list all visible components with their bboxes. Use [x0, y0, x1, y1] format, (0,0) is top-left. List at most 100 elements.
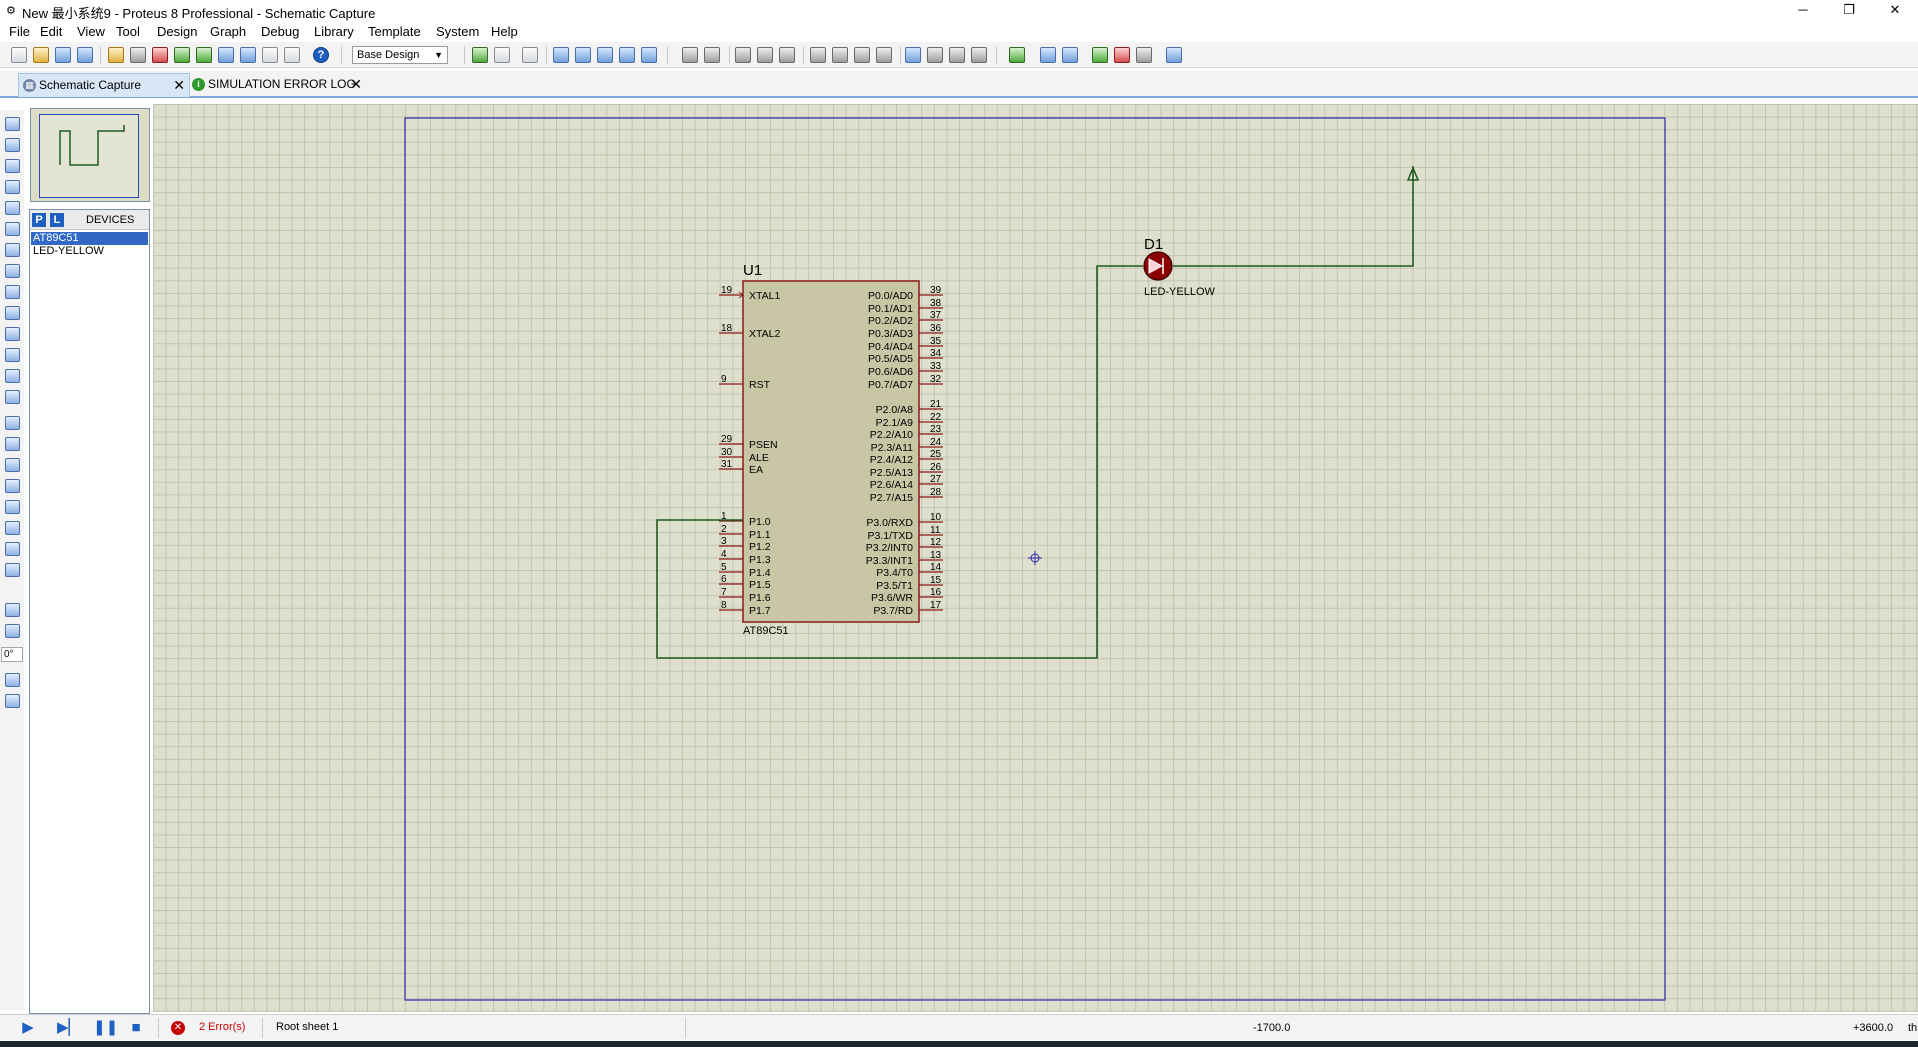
remove-sheet-icon[interactable]	[1114, 47, 1130, 63]
electrical-rule-check-icon[interactable]	[1166, 47, 1182, 63]
menu-edit[interactable]: Edit	[40, 24, 62, 39]
property-assignment-icon[interactable]	[1062, 47, 1078, 63]
stop-icon[interactable]: ■	[128, 1020, 144, 1036]
zoom-out-icon[interactable]	[597, 47, 613, 63]
circle-icon[interactable]	[5, 458, 20, 472]
menu-system[interactable]: System	[436, 24, 479, 39]
block-move-icon[interactable]	[832, 47, 848, 63]
pause-icon[interactable]: ❚❚	[93, 1020, 118, 1036]
virtual-instruments-icon[interactable]	[5, 390, 20, 404]
menu-view[interactable]: View	[77, 24, 105, 39]
new-sheet-icon[interactable]	[1092, 47, 1108, 63]
mirror-x-icon[interactable]	[5, 673, 20, 687]
zoom-area-icon[interactable]	[641, 47, 657, 63]
junction-dot-icon[interactable]	[5, 159, 20, 173]
netlist-icon[interactable]	[1136, 47, 1152, 63]
origin-icon[interactable]	[522, 47, 538, 63]
refresh-icon[interactable]	[472, 47, 488, 63]
component-u1[interactable]: U1 AT89C51 19 XTAL1 18 XTAL2 9 RST 29 PSEN 30 ALE…	[719, 262, 943, 637]
decompose-icon[interactable]	[971, 47, 987, 63]
copy-icon[interactable]	[757, 47, 773, 63]
minimize-button[interactable]: ─	[1780, 0, 1826, 21]
import-icon[interactable]	[77, 47, 93, 63]
menu-tool[interactable]: Tool	[116, 24, 140, 39]
menu-file[interactable]: File	[9, 24, 30, 39]
tab-simulation-error-log[interactable]: i SIMULATION ERROR LOG ✕	[188, 73, 366, 97]
subcircuit-icon[interactable]	[5, 243, 20, 257]
new-file-icon[interactable]	[11, 47, 27, 63]
device-pins-icon[interactable]	[5, 285, 20, 299]
block-delete-icon[interactable]	[876, 47, 892, 63]
graph-mode-icon[interactable]	[5, 306, 20, 320]
tape-recorder-icon[interactable]	[5, 327, 20, 341]
undo-icon[interactable]	[682, 47, 698, 63]
device-item-at89c51[interactable]: AT89C51	[31, 232, 148, 245]
pan-icon[interactable]	[553, 47, 569, 63]
tab-schematic-capture[interactable]: ▦ Schematic Capture ✕	[18, 73, 190, 97]
library-manager-button[interactable]: L	[50, 213, 64, 227]
path-icon[interactable]	[5, 500, 20, 514]
menu-design[interactable]: Design	[157, 24, 197, 39]
symbol-icon[interactable]	[5, 542, 20, 556]
step-icon[interactable]: ▶▏	[57, 1020, 80, 1036]
component-d1[interactable]: D1 LED-YELLOW	[1143, 236, 1216, 298]
grid-icon[interactable]	[494, 47, 510, 63]
rotation-angle-field[interactable]: 0°	[1, 647, 23, 662]
close-icon[interactable]: ✕	[350, 73, 362, 95]
selection-mode-icon[interactable]	[5, 117, 20, 131]
3d-view-icon[interactable]	[174, 47, 190, 63]
bom-icon[interactable]	[218, 47, 234, 63]
source-code-icon[interactable]	[240, 47, 256, 63]
design-explorer-icon[interactable]	[284, 47, 300, 63]
overview-viewport[interactable]	[39, 114, 139, 198]
menu-template[interactable]: Template	[368, 24, 421, 39]
pcb-layout-icon[interactable]	[152, 47, 168, 63]
device-item-led-yellow[interactable]: LED-YELLOW	[31, 245, 148, 258]
menu-library[interactable]: Library	[314, 24, 354, 39]
cut-icon[interactable]	[735, 47, 751, 63]
gerber-icon[interactable]	[196, 47, 212, 63]
pick-devices-button[interactable]: P	[32, 213, 46, 227]
line-icon[interactable]	[5, 416, 20, 430]
make-device-icon[interactable]	[927, 47, 943, 63]
box-icon[interactable]	[5, 437, 20, 451]
voltage-probe-icon[interactable]	[5, 369, 20, 383]
close-window-button[interactable]: ✕	[1872, 0, 1918, 21]
packaging-tool-icon[interactable]	[949, 47, 965, 63]
menu-debug[interactable]: Debug	[261, 24, 299, 39]
save-icon[interactable]	[55, 47, 71, 63]
marker-icon[interactable]	[5, 563, 20, 577]
paste-icon[interactable]	[779, 47, 795, 63]
arc-icon[interactable]	[5, 479, 20, 493]
error-count[interactable]: 2 Error(s)	[199, 1021, 245, 1033]
home-icon[interactable]	[108, 47, 124, 63]
search-tag-icon[interactable]	[1040, 47, 1056, 63]
wire-autorouter-icon[interactable]	[1009, 47, 1025, 63]
rotate-clockwise-icon[interactable]	[5, 603, 20, 617]
redo-icon[interactable]	[704, 47, 720, 63]
help-icon[interactable]: ?	[313, 47, 329, 63]
schematic-icon[interactable]	[130, 47, 146, 63]
maximize-button[interactable]: ❐	[1826, 0, 1872, 21]
terminals-icon[interactable]	[5, 264, 20, 278]
play-icon[interactable]: ▶	[20, 1020, 36, 1036]
schematic-canvas[interactable]: U1 AT89C51 19 XTAL1 18 XTAL2 9 RST 29 PSEN 30 ALE…	[153, 104, 1918, 1012]
design-variant-select[interactable]: Base Design ▼	[352, 46, 448, 64]
zoom-in-icon[interactable]	[575, 47, 591, 63]
open-folder-icon[interactable]	[33, 47, 49, 63]
menu-graph[interactable]: Graph	[210, 24, 246, 39]
mirror-y-icon[interactable]	[5, 694, 20, 708]
block-copy-icon[interactable]	[810, 47, 826, 63]
pick-device-icon[interactable]	[905, 47, 921, 63]
text-script-icon[interactable]	[5, 201, 20, 215]
zoom-all-icon[interactable]	[619, 47, 635, 63]
generator-icon[interactable]	[5, 348, 20, 362]
rotate-anticlockwise-icon[interactable]	[5, 624, 20, 638]
menu-help[interactable]: Help	[491, 24, 518, 39]
overview-window[interactable]	[30, 108, 150, 202]
close-icon[interactable]: ✕	[173, 74, 185, 96]
component-mode-icon[interactable]	[5, 138, 20, 152]
wire-label-icon[interactable]	[5, 180, 20, 194]
project-notes-icon[interactable]	[262, 47, 278, 63]
text-icon[interactable]	[5, 521, 20, 535]
